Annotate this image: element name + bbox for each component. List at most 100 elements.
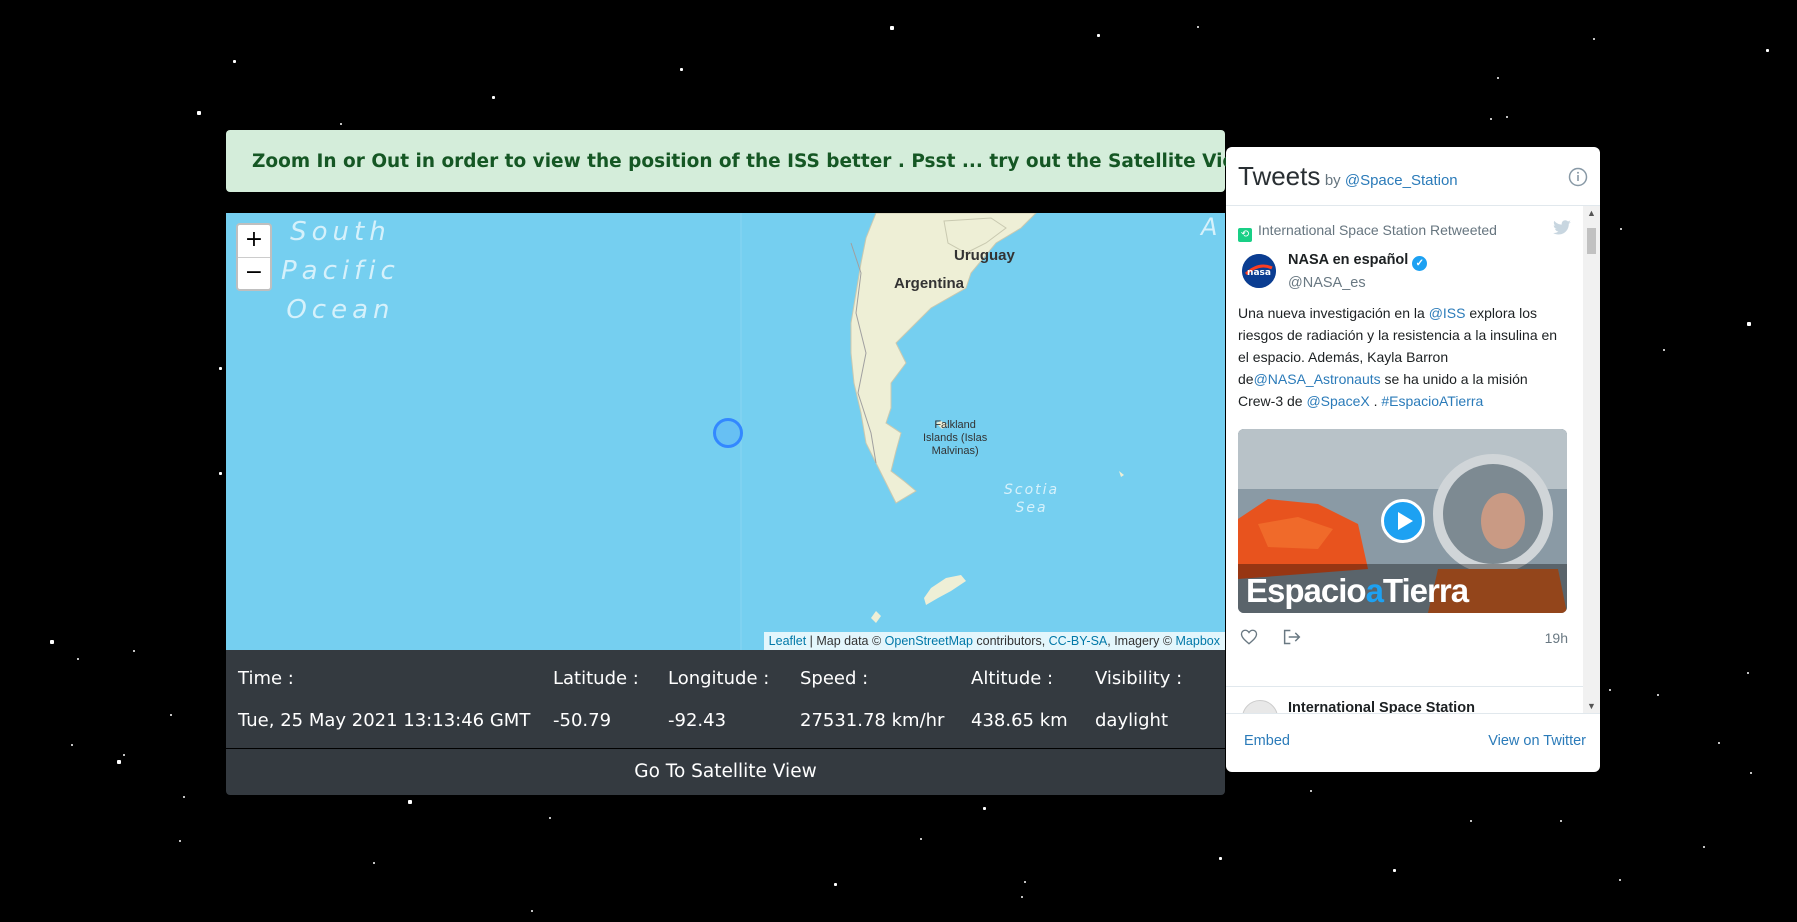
country-label-uruguay: Uruguay: [954, 247, 1015, 264]
mapbox-link[interactable]: Mapbox: [1176, 634, 1220, 648]
star: [680, 68, 683, 71]
timeline-scroll-area[interactable]: ⟲ International Space Station Retweeted n…: [1226, 205, 1600, 714]
banner-text: Zoom In or Out in order to view the posi…: [252, 151, 1253, 172]
cc-by-sa-link[interactable]: CC-BY-SA: [1049, 634, 1108, 648]
tweet-video-thumbnail[interactable]: EspacioaTierra: [1238, 429, 1567, 613]
ocean-label-south-pacific: South Pacific Ocean: [281, 217, 400, 325]
star: [1219, 857, 1222, 860]
author-name: NASA en español: [1288, 252, 1409, 268]
latitude-value: -50.79: [553, 710, 612, 731]
ocean-label-edge: A: [1201, 213, 1223, 241]
timeline-scrollbar[interactable]: ▲ ▼: [1583, 206, 1600, 713]
star: [117, 760, 121, 764]
view-on-twitter-link[interactable]: View on Twitter: [1488, 733, 1586, 749]
info-banner: Zoom In or Out in order to view the posi…: [226, 130, 1252, 192]
star: [1619, 879, 1621, 881]
timeline-handle-link[interactable]: @Space_Station: [1345, 172, 1458, 189]
mention-nasa-astronauts-link[interactable]: @NASA_Astronauts: [1254, 371, 1381, 387]
scroll-up-arrow-icon[interactable]: ▲: [1587, 208, 1596, 218]
author-avatar[interactable]: nasa: [1242, 254, 1276, 288]
star: [133, 650, 135, 652]
star: [179, 840, 181, 842]
map-attribution: Leaflet | Map data © OpenStreetMap contr…: [763, 632, 1225, 650]
twitter-bird-icon[interactable]: [1552, 220, 1572, 236]
like-heart-icon[interactable]: [1240, 628, 1258, 646]
mention-iss-link[interactable]: @ISS: [1429, 305, 1466, 321]
star: [549, 817, 551, 819]
star: [1497, 77, 1499, 79]
mention-spacex-link[interactable]: @SpaceX: [1306, 393, 1369, 409]
star: [1506, 116, 1508, 118]
star: [1024, 881, 1026, 883]
star: [1021, 896, 1023, 898]
time-value: Tue, 25 May 2021 13:13:46 GMT: [238, 710, 531, 731]
star: [373, 862, 375, 864]
scroll-down-arrow-icon[interactable]: ▼: [1587, 701, 1596, 711]
star: [1097, 34, 1100, 37]
star: [920, 838, 922, 840]
next-tweet-author-name[interactable]: International Space Station: [1288, 700, 1475, 713]
visibility-label: Visibility :: [1095, 668, 1183, 689]
star: [1747, 672, 1749, 674]
tweet-actions: 19h: [1238, 626, 1568, 650]
star: [1657, 694, 1659, 696]
star: [1718, 742, 1720, 744]
iss-info-panel: Time : Tue, 25 May 2021 13:13:46 GMT Lat…: [226, 650, 1225, 748]
embed-link[interactable]: Embed: [1244, 733, 1290, 749]
star: [340, 123, 342, 125]
verified-badge-icon: ✓: [1412, 256, 1428, 271]
star: [219, 472, 222, 475]
star: [71, 744, 73, 746]
star: [233, 60, 236, 63]
openstreetmap-link[interactable]: OpenStreetMap: [885, 634, 973, 648]
twitter-timeline-widget: Tweets by @Space_Station ⟲ International …: [1226, 147, 1600, 772]
star: [1620, 228, 1622, 230]
star: [183, 796, 185, 798]
star: [492, 96, 495, 99]
timeline-footer: Embed View on Twitter: [1226, 713, 1600, 772]
zoom-in-button[interactable]: +: [238, 225, 270, 258]
retweet-context: ⟲ International Space Station Retweeted: [1238, 222, 1497, 242]
tweet-author[interactable]: NASA en español ✓ @NASA_es: [1288, 252, 1428, 291]
star: [219, 367, 222, 370]
star: [983, 807, 986, 810]
star: [1663, 349, 1665, 351]
iss-position-marker[interactable]: [713, 418, 743, 448]
speed-value: 27531.78 km/hr: [800, 710, 945, 731]
star: [170, 714, 172, 716]
video-title-overlay: EspacioaTierra: [1246, 572, 1469, 609]
tweet-divider: [1226, 686, 1583, 687]
satellite-view-button[interactable]: Go To Satellite View: [226, 749, 1225, 795]
tweet-timestamp-link[interactable]: 19h: [1545, 630, 1568, 646]
scrollbar-thumb[interactable]: [1587, 228, 1596, 254]
iss-map[interactable]: + − South Pacific Ocean A Scotia Sea Uru…: [226, 213, 1225, 650]
timeline-header: Tweets by @Space_Station: [1238, 161, 1458, 191]
star: [408, 800, 412, 804]
star: [1560, 820, 1562, 822]
time-label: Time :: [238, 668, 294, 689]
play-icon[interactable]: [1381, 499, 1425, 543]
star: [531, 910, 533, 912]
star: [1747, 322, 1751, 326]
star: [890, 26, 894, 30]
info-icon[interactable]: [1568, 167, 1588, 187]
star: [1470, 820, 1472, 822]
visibility-value: daylight: [1095, 710, 1169, 731]
ocean-label-scotia-sea: Scotia Sea: [1004, 482, 1060, 516]
star: [1750, 772, 1752, 774]
longitude-label: Longitude :: [668, 668, 770, 689]
star: [1766, 49, 1769, 52]
star: [1593, 38, 1595, 40]
hashtag-espacioatierra-link[interactable]: #EspacioATierra: [1381, 393, 1483, 409]
star: [197, 111, 201, 115]
author-handle: @NASA_es: [1288, 275, 1366, 291]
star: [77, 658, 79, 660]
share-icon[interactable]: [1282, 628, 1302, 646]
zoom-out-button[interactable]: −: [238, 258, 270, 290]
retweet-icon: ⟲: [1238, 228, 1252, 242]
tweet-text: Una nueva investigación en la @ISS explo…: [1238, 305, 1558, 409]
next-author-avatar[interactable]: [1242, 700, 1278, 713]
country-label-argentina: Argentina: [894, 275, 965, 292]
leaflet-link[interactable]: Leaflet: [769, 634, 807, 648]
country-label-falkland-islands: Falkland Islands (Islas Malvinas): [923, 419, 988, 457]
